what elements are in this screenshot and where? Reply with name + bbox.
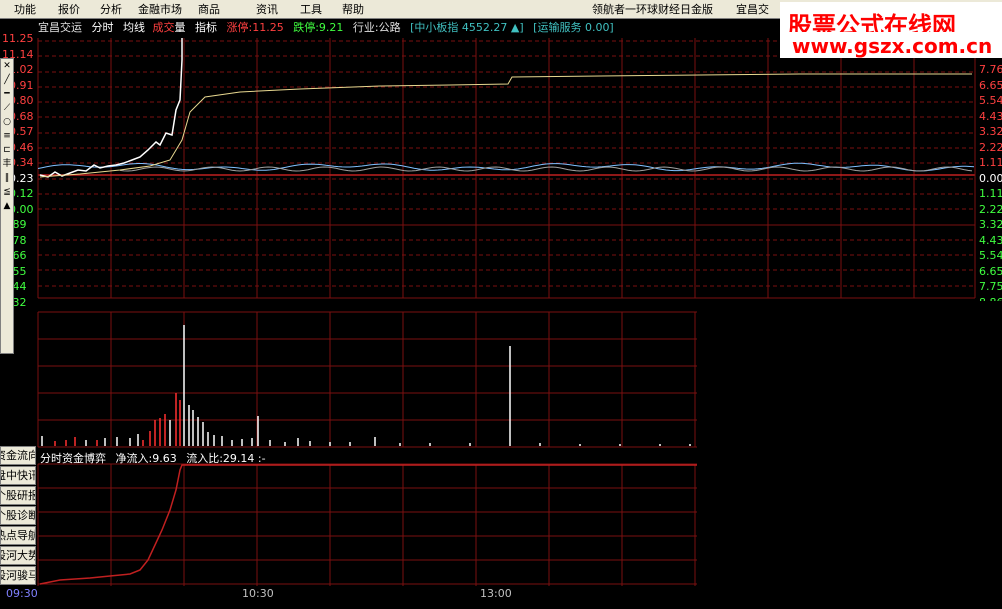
limit-up: 涨停:11.25	[226, 21, 284, 34]
net-inflow-value: 净流入:9.63	[115, 452, 177, 465]
time-label-open: 09:30	[6, 587, 38, 600]
percent-axis-label: 6.65	[979, 264, 1002, 278]
side-button-diagnosis[interactable]: 个股诊断	[0, 506, 36, 525]
tab-average[interactable]: 均线	[123, 21, 145, 34]
price-axis-label: 11.25	[2, 32, 34, 45]
percent-axis-label: 7.76	[979, 63, 1002, 76]
fibonacci-tool-icon[interactable]: 丰	[1, 157, 13, 171]
index-quote[interactable]: [中小板指 4552.27 ▲]	[410, 21, 524, 34]
arrow-up-icon[interactable]: ▲	[1, 199, 13, 213]
percent-axis-label: 6.65	[979, 78, 1002, 92]
sector-quote[interactable]: [运输服务 0.00]	[533, 21, 614, 34]
time-axis: 09:30 10:30 13:00	[0, 587, 700, 609]
percent-axis-label: 3.32	[979, 125, 1002, 138]
channel-tool-icon[interactable]: ≡	[1, 129, 13, 143]
tab-volume-b[interactable]: 量	[175, 21, 186, 34]
percent-axis-label: 4.43	[979, 233, 1002, 247]
stock-name: 宜昌交运	[38, 21, 82, 34]
side-button-hotspot[interactable]: 热点导航	[0, 526, 36, 545]
percent-axis-label: 5.54	[979, 94, 1002, 107]
ray-tool-icon[interactable]: ⟋	[1, 101, 13, 115]
side-button-top-stocks[interactable]: 股河骏马	[0, 566, 36, 585]
watermark-title: 股票公式在线网	[780, 2, 1002, 40]
watermark-url: www.gszx.com.cn	[780, 32, 1002, 58]
flow-extra-value: :-	[257, 452, 266, 465]
parallel-tool-icon[interactable]: ‖	[1, 171, 13, 185]
close-icon[interactable]: ✕	[1, 59, 13, 73]
info-bar: 宜昌交运 分时 均线 成交量 指标 涨停:11.25 跌停:9.21 行业:公路…	[38, 19, 620, 35]
side-button-research[interactable]: 个股研报	[0, 486, 36, 505]
blank-panel	[697, 301, 1002, 609]
angle-tool-icon[interactable]: ≦	[1, 185, 13, 199]
circle-tool-icon[interactable]: ○	[1, 115, 13, 129]
side-function-panel: 资金流向 盘中快讯 个股研报 个股诊断 热点导航 股河大势 股河骏马	[0, 446, 36, 586]
percent-axis-label: 7.75	[979, 280, 1002, 293]
line-tool-icon[interactable]: ╱	[1, 73, 13, 87]
side-button-market-trend[interactable]: 股河大势	[0, 546, 36, 565]
percent-axis-label: 2.22	[979, 202, 1002, 216]
rectangle-tool-icon[interactable]: ⊏	[1, 143, 13, 157]
limit-down: 跌停:9.21	[293, 21, 344, 34]
tab-volume-a[interactable]: 成交	[153, 21, 175, 34]
percent-axis-label: 3.32	[979, 218, 1002, 231]
flow-indicator-bar: 分时资金博弈 净流入:9.63 流入比:29.14 :-	[40, 450, 266, 466]
inflow-ratio-value: 流入比:29.14	[186, 452, 255, 465]
side-button-fund-flow[interactable]: 资金流向	[0, 446, 36, 465]
percent-axis-label: 1.11	[979, 156, 1002, 169]
percent-axis-label: 4.43	[979, 109, 1002, 123]
percent-axis-label: 1.11	[979, 187, 1002, 200]
time-label-1030: 10:30	[242, 587, 274, 600]
percent-axis-label: 5.54	[979, 249, 1002, 262]
flow-indicator-name[interactable]: 分时资金博弈	[40, 452, 106, 465]
percent-axis-label: 0.00	[979, 171, 1002, 185]
industry: 行业:公路	[352, 21, 401, 34]
time-label-1300: 13:00	[480, 587, 512, 600]
horizontal-line-icon[interactable]: ━	[1, 87, 13, 101]
tab-indicator[interactable]: 指标	[195, 21, 217, 34]
side-button-news[interactable]: 盘中快讯	[0, 466, 36, 485]
drawing-toolbox: ✕ ╱ ━ ⟋ ○ ≡ ⊏ 丰 ‖ ≦ ▲	[0, 58, 14, 354]
tab-timeshare[interactable]: 分时	[92, 21, 114, 34]
fund-flow-line	[39, 464, 697, 585]
percent-axis-label: 2.22	[979, 140, 1002, 154]
